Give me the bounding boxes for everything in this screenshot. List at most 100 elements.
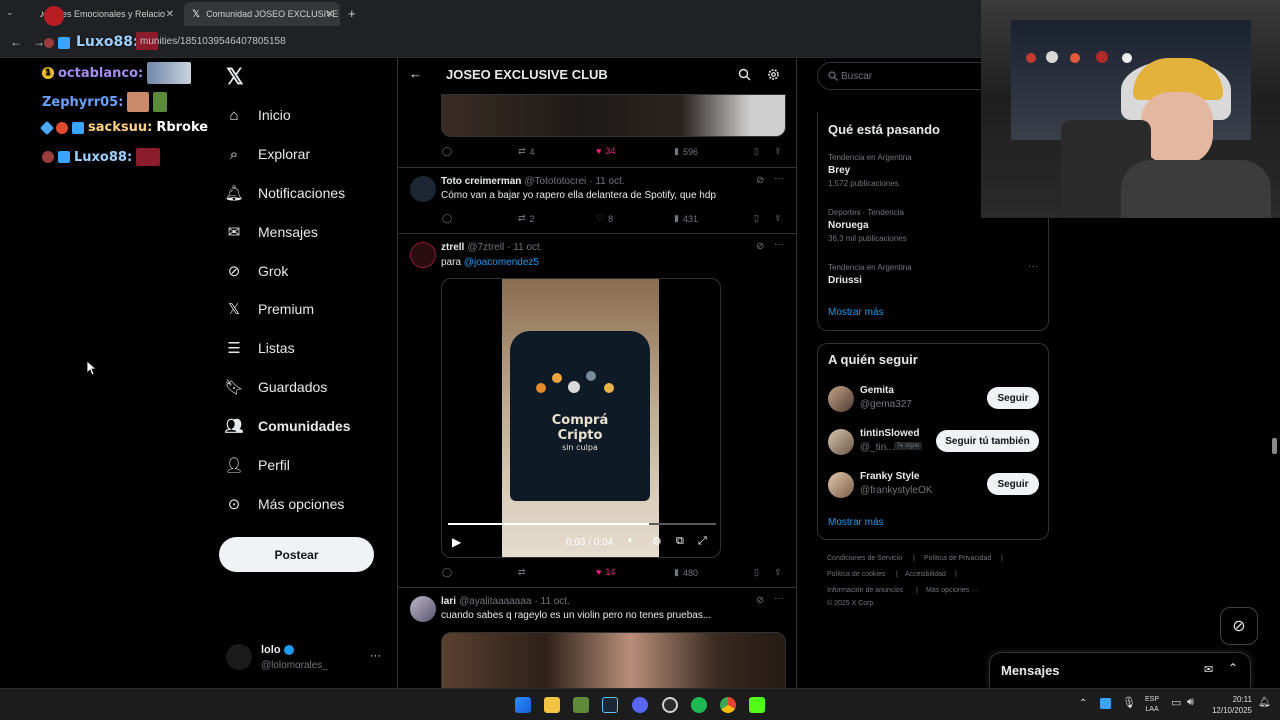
footer-link[interactable]: Información de anuncios [827,587,903,594]
back-arrow-icon[interactable]: ← [10,35,22,49]
nav-item-comunidades[interactable]: 👥︎ Comunidades [224,409,350,443]
tweet-date[interactable]: · 11 oct. [507,242,542,253]
new-tab-button[interactable]: + [348,6,356,21]
tweet[interactable]: ◯ ⇄ 4 ♥ 34 ▮ 596 ▯ ⇪ [398,94,796,168]
bookmark-icon[interactable]: ▯ [754,567,759,578]
tweet-author-name[interactable]: lari [441,596,456,607]
share-icon[interactable]: ⇪ [774,213,782,224]
steam-icon[interactable] [602,697,618,713]
tweet-author-handle[interactable]: @7ztrell [467,242,504,253]
obs-icon[interactable] [662,697,678,713]
trend-item[interactable]: Tendencia en Argentina Driussi ··· [828,261,1038,286]
share-icon[interactable]: ⇪ [774,567,782,578]
volume-icon[interactable]: 🔊︎ [1187,696,1194,709]
search-input[interactable]: Buscar [841,71,872,82]
more-icon[interactable]: ··· [774,173,784,184]
more-icon[interactable]: ··· [774,239,784,250]
video-settings-icon[interactable]: ⚙ [652,535,662,548]
tweet-author-name[interactable]: ztrell [441,242,464,253]
back-arrow-icon[interactable]: ← [409,66,422,81]
spotify-icon[interactable] [691,697,707,713]
show-more-link[interactable]: Mostrar más [828,517,884,528]
nav-item-perfil[interactable]: 👤︎ Perfil [224,448,289,482]
tweet[interactable]: Toto creimerman @Totototocrei · 11 oct. … [398,168,796,234]
tweet-media[interactable] [441,632,786,688]
play-icon[interactable]: ▶ [452,535,461,549]
like-button[interactable]: ♥ 34 [596,146,615,156]
reply-icon[interactable]: ◯ [442,567,456,578]
reply-icon[interactable]: ◯ [442,213,456,224]
mention-link[interactable]: @joacomendez5 [464,257,539,268]
nav-item-guardados[interactable]: 🔖︎ Guardados [224,370,327,404]
show-more-link[interactable]: Mostrar más [828,307,884,318]
x-logo-icon[interactable]: 𝕏 [226,64,244,90]
retweet-button[interactable]: ⇄ 2 [518,213,535,224]
windows-start-icon[interactable] [515,697,531,713]
more-icon[interactable]: ··· [1028,261,1038,272]
tweet-media[interactable] [441,94,786,137]
file-explorer-icon[interactable] [544,697,560,713]
follow-suggestion[interactable]: Gemita @gema327 Seguir [828,384,1042,414]
nav-item-listas[interactable]: ☰ Listas [224,331,294,365]
tweet-author-handle[interactable]: @Totototocrei [524,176,586,187]
footer-link[interactable]: Política de Privacidad [924,555,991,562]
footer-link[interactable]: Accesibilidad [905,571,946,578]
nav-item-inicio[interactable]: ⌂ Inicio [224,98,290,132]
page-scrollbar[interactable] [1272,438,1277,454]
nav-item-más-opciones[interactable]: ⊙ Más opciones [224,487,345,521]
search-box[interactable]: Buscar [817,62,997,90]
views-button[interactable]: ▮ 596 [674,146,698,157]
tweet-date[interactable]: · 11 oct. [534,596,569,607]
security-icon[interactable] [1100,698,1111,709]
footer-link[interactable]: Más opciones ··· [926,587,978,594]
tab-list-chevron-icon[interactable]: ⌄ [6,7,20,21]
settings-gear-icon[interactable] [767,68,780,81]
nav-item-premium[interactable]: 𝕏 Premium [224,292,314,326]
tweet-author-handle[interactable]: @ayalitaaaaaaa [459,596,531,607]
grok-icon[interactable]: ⊘ [756,241,764,252]
url-text[interactable]: munities/1851039546407805158 [140,36,286,47]
retweet-button[interactable]: ⇄ [518,567,530,578]
follow-suggestion[interactable]: tintinSlowed @_tin... Te sigue Seguir tú… [828,427,1042,457]
video-progress-track[interactable] [448,523,716,525]
nav-item-explorar[interactable]: ⌕ Explorar [224,137,310,171]
grok-icon[interactable]: ⊘ [756,175,764,186]
tweet-date[interactable]: · 11 oct. [589,176,624,187]
microphone-icon[interactable]: 🎙︎ [1122,696,1136,709]
clock[interactable]: 20:11 12/10/2025 [1206,694,1252,716]
more-icon[interactable]: ··· [370,650,381,662]
nav-item-mensajes[interactable]: ✉ Mensajes [224,215,318,249]
messages-drawer[interactable]: Mensajes ✉ ⌃ [989,652,1251,688]
footer-link[interactable]: Política de cookies [827,571,885,578]
search-icon[interactable] [738,68,751,81]
language-indicator[interactable]: ESP LAA [1145,695,1159,715]
views-button[interactable]: ▮ 480 [674,567,698,578]
browser-tab-2[interactable]: 𝕏 Comunidad JOSEO EXCLUSIVE ✕ [184,2,340,26]
account-switcher[interactable]: lolo @lolomorales_ ··· [222,640,392,676]
video-player[interactable]: Comprá Cripto sin culpa ▶ 0:03 / 0:04 🔈︎… [441,278,721,558]
retweet-button[interactable]: ⇄ 4 [518,146,535,157]
bookmark-icon[interactable]: ▯ [754,213,759,224]
follow-suggestion[interactable]: Franky Style @frankystyleOK Seguir [828,470,1042,500]
like-button[interactable]: ♡ 8 [596,213,613,224]
grok-icon[interactable]: ⊘ [756,595,764,606]
fullscreen-icon[interactable]: ⤢ [698,535,707,548]
follow-button[interactable]: Seguir [987,387,1039,409]
picture-in-picture-icon[interactable]: ⧉ [676,535,684,548]
close-tab-icon[interactable]: ✕ [166,9,174,20]
post-button[interactable]: Postear [219,537,374,572]
footer-link[interactable]: Condiciones de Servicio [827,555,902,562]
close-tab-icon[interactable]: ✕ [326,9,334,20]
notification-bell-icon[interactable]: 🔔︎ [1258,697,1271,708]
follow-button[interactable]: Seguir [987,473,1039,495]
app-icon[interactable] [573,697,589,713]
nav-item-notificaciones[interactable]: 🔔︎ Notificaciones [224,176,345,210]
reply-icon[interactable]: ◯ [442,146,456,157]
nav-item-grok[interactable]: ⊘ Grok [224,254,289,288]
tweet[interactable]: ztrell @7ztrell · 11 oct. ⊘ ··· para @jo… [398,234,796,588]
follow-back-button[interactable]: Seguir tú también [936,430,1039,452]
new-message-icon[interactable]: ✉ [1204,663,1213,676]
tweet-author-name[interactable]: Toto creimerman [441,176,521,187]
more-icon[interactable]: ··· [774,593,784,604]
volume-icon[interactable]: 🔈︎ [628,535,634,546]
